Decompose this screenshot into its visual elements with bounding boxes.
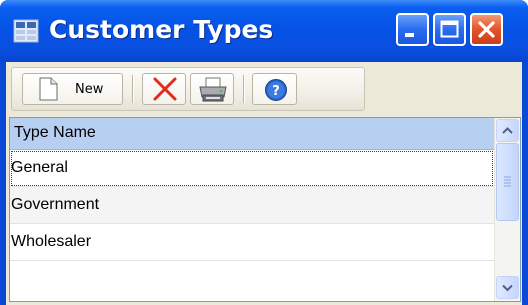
new-button-label: New bbox=[75, 82, 104, 97]
window-client-area: New ? Type Name General Government Whole… bbox=[6, 62, 522, 305]
scroll-down-button[interactable] bbox=[496, 276, 519, 299]
delete-button[interactable] bbox=[142, 73, 186, 105]
column-header-label: Type Name bbox=[14, 124, 96, 141]
print-button[interactable] bbox=[190, 73, 234, 105]
cell-type-name: Wholesaler bbox=[11, 233, 92, 250]
chevron-up-icon bbox=[502, 127, 513, 134]
minimize-button[interactable] bbox=[396, 13, 429, 46]
grip-icon bbox=[504, 176, 511, 187]
table-row[interactable]: Government bbox=[10, 187, 494, 224]
delete-x-icon bbox=[152, 77, 178, 105]
toolbar: New ? bbox=[11, 67, 365, 111]
customer-types-window: Customer Types New ? Type Name General G… bbox=[0, 0, 528, 305]
help-icon: ? bbox=[264, 78, 288, 106]
cell-type-name: General bbox=[11, 159, 68, 176]
vertical-scrollbar[interactable] bbox=[494, 118, 520, 301]
table-row[interactable]: Wholesaler bbox=[10, 224, 494, 261]
svg-text:?: ? bbox=[272, 84, 280, 99]
title-bar[interactable]: Customer Types bbox=[0, 0, 528, 62]
toolbar-separator bbox=[132, 75, 134, 103]
chevron-down-icon bbox=[502, 284, 513, 292]
help-button[interactable]: ? bbox=[252, 73, 297, 105]
new-button[interactable]: New bbox=[22, 73, 123, 105]
scroll-up-button[interactable] bbox=[496, 119, 519, 142]
maximize-button[interactable] bbox=[433, 13, 466, 46]
grid-window-icon bbox=[13, 19, 39, 43]
printer-icon bbox=[198, 77, 228, 107]
new-document-icon bbox=[37, 77, 59, 105]
scroll-thumb[interactable] bbox=[496, 143, 519, 221]
customer-types-grid[interactable]: Type Name General Government Wholesaler bbox=[9, 117, 521, 302]
column-header-type-name[interactable]: Type Name bbox=[10, 118, 494, 150]
table-row[interactable]: General bbox=[10, 150, 494, 187]
close-button[interactable] bbox=[470, 13, 503, 46]
close-icon bbox=[478, 21, 495, 38]
maximize-icon bbox=[440, 20, 459, 38]
toolbar-separator bbox=[243, 75, 245, 103]
cell-type-name: Government bbox=[11, 196, 100, 213]
window-title: Customer Types bbox=[49, 15, 274, 44]
minimize-icon bbox=[405, 33, 414, 37]
